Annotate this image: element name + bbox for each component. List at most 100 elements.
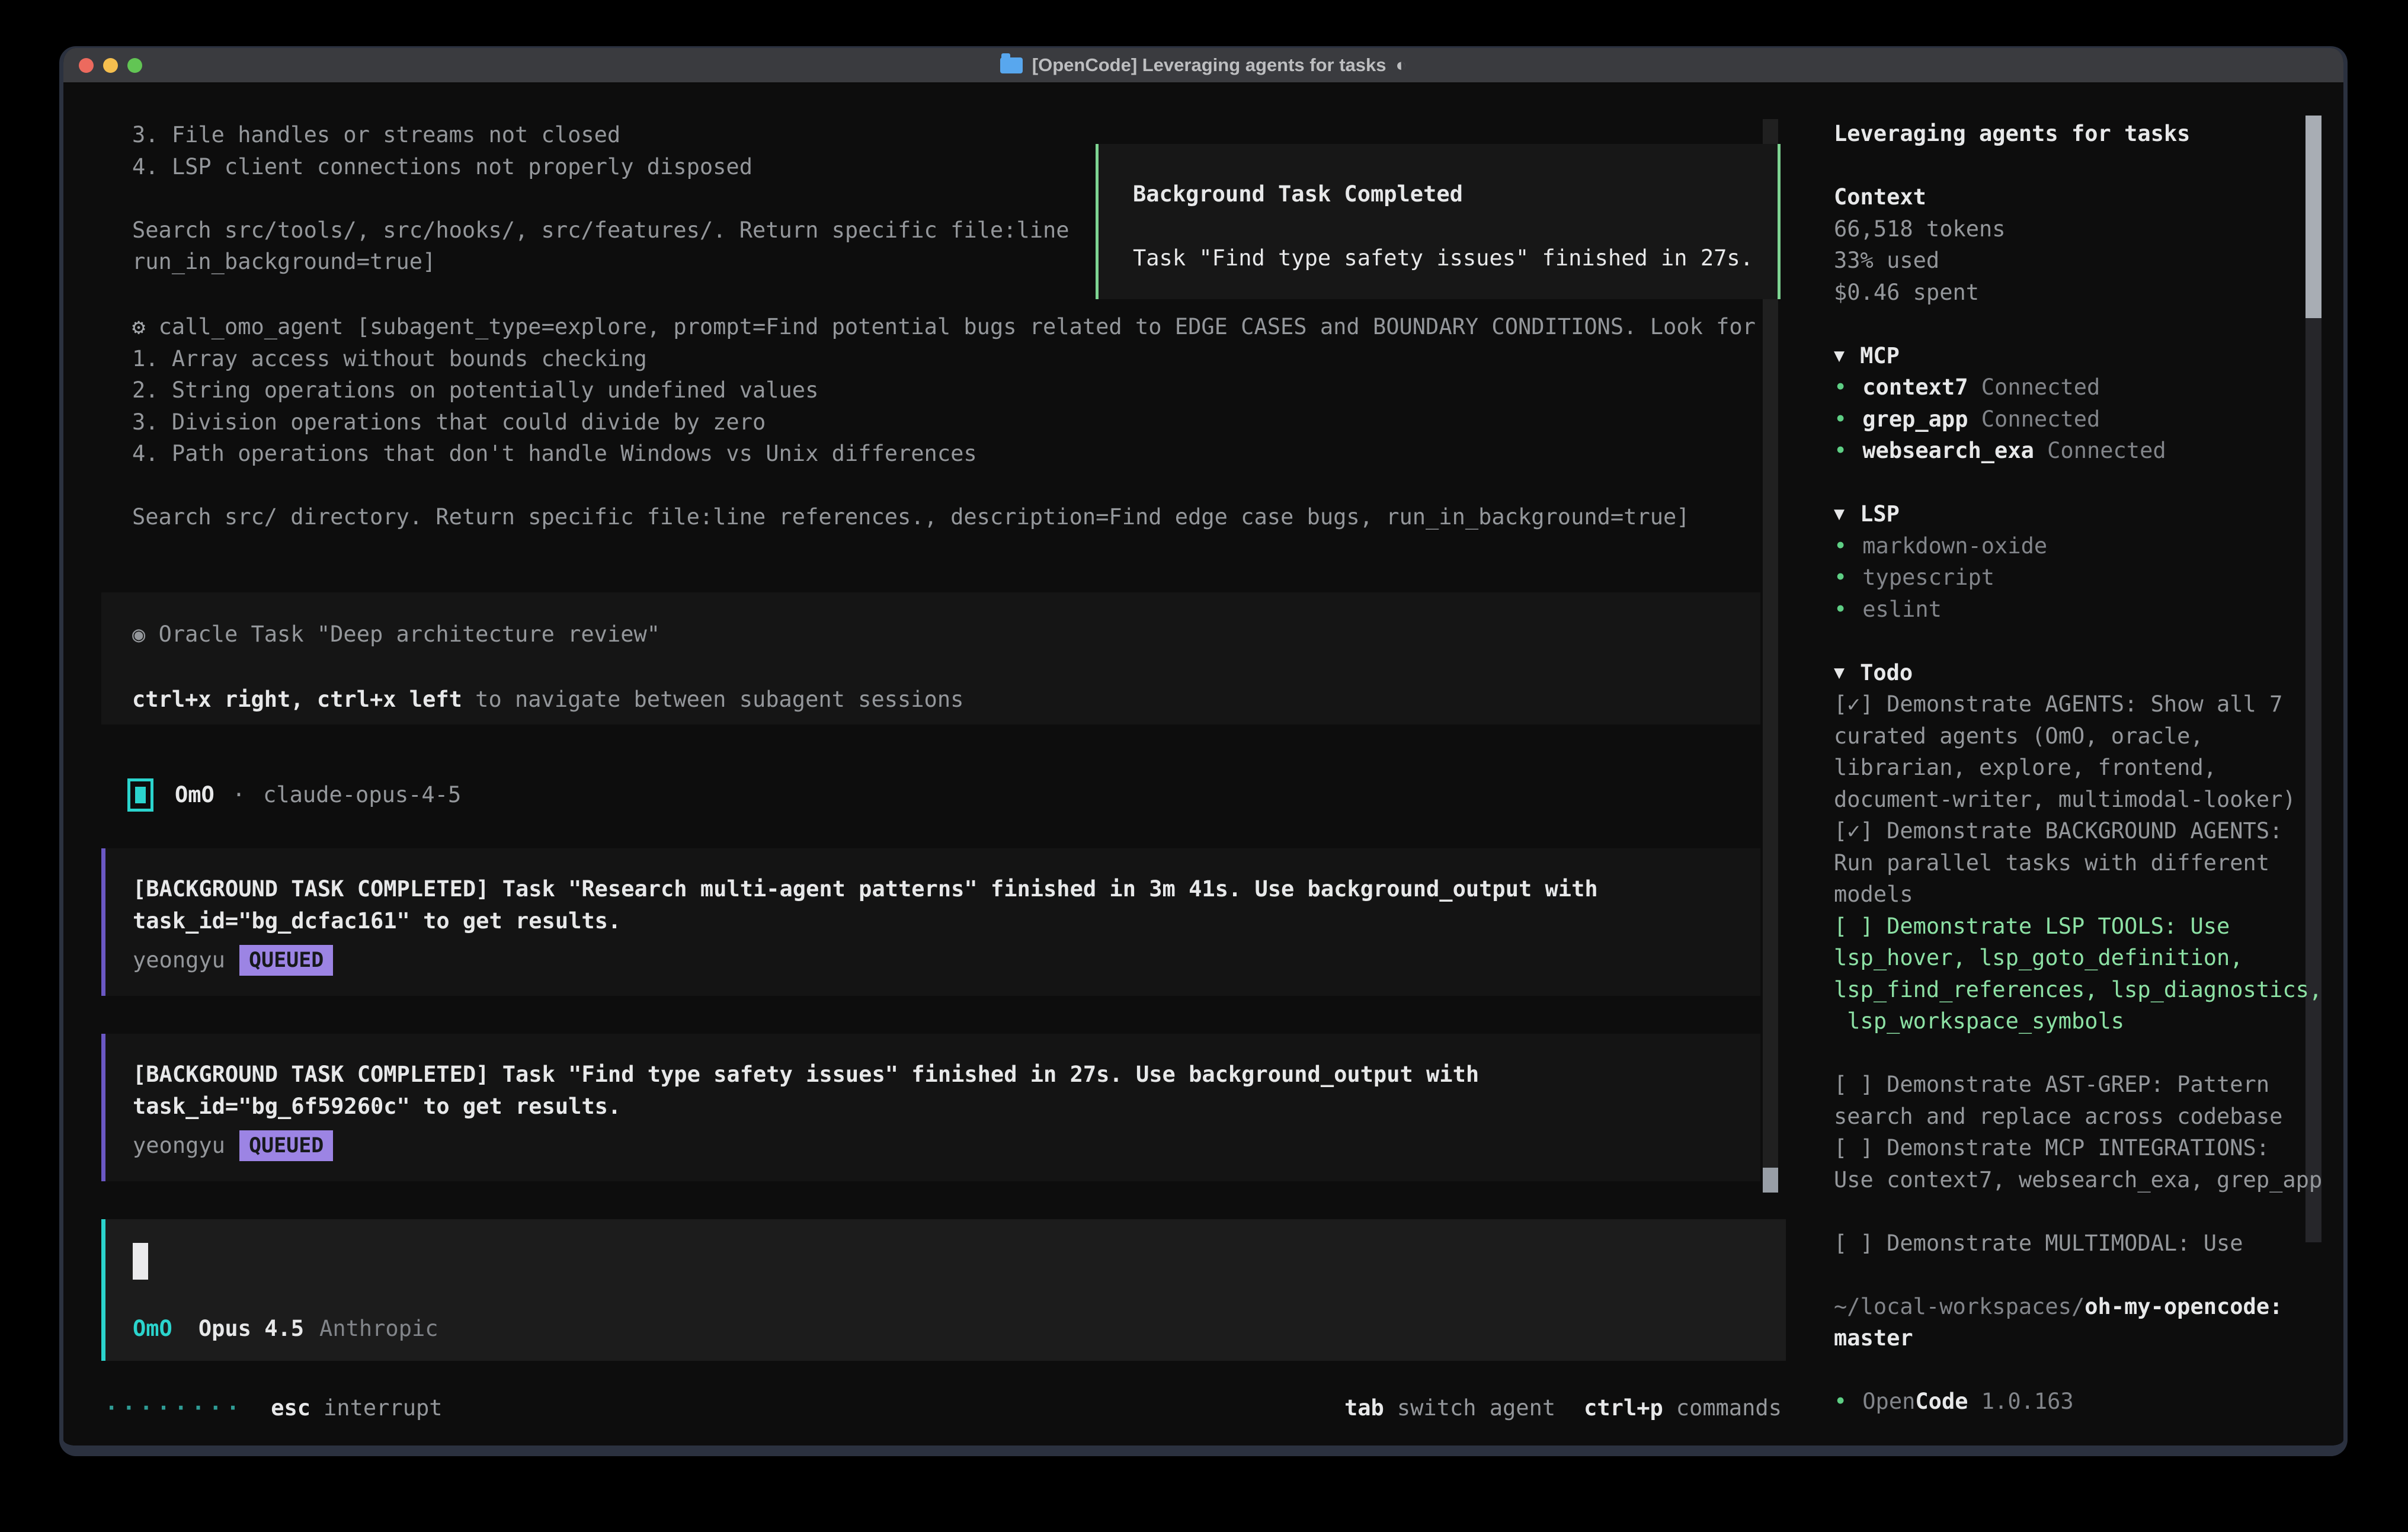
traffic-lights	[79, 48, 142, 82]
mcp-status: Connected	[1968, 403, 2100, 435]
agent-name: OmO	[175, 779, 214, 811]
mcp-name: context7	[1862, 371, 1968, 403]
folder-icon	[1000, 57, 1023, 73]
tool-call-block: ⚙ call_omo_agent [subagent_type=explore,…	[132, 311, 1756, 533]
transcript-line: run_in_background=true]	[132, 246, 1069, 278]
input-provider: Anthropic	[319, 1313, 438, 1345]
record-icon: ◉	[132, 621, 145, 647]
chevron-down-icon: ▼	[1834, 657, 1845, 689]
queued-badge: QUEUED	[239, 1130, 333, 1161]
tool-call-line	[132, 470, 1756, 502]
todo-pending-line: [ ] Demonstrate AST-GREP: Pattern	[1834, 1069, 2326, 1101]
shortcut-hint: to navigate between subagent sessions	[462, 687, 963, 712]
bullet-icon: •	[1834, 403, 1847, 435]
section-todo-header[interactable]: ▼ Todo	[1834, 657, 2326, 689]
text-cursor	[133, 1243, 148, 1280]
section-lsp-header[interactable]: ▼ LSP	[1834, 498, 2326, 530]
bullet-icon: •	[1834, 1386, 1847, 1418]
tool-call-line: Search src/ directory. Return specific f…	[132, 501, 1756, 533]
separator-dot: ·	[232, 779, 245, 811]
task-line-2: task_id="bg_6f59260c" to get results.	[133, 1091, 1760, 1123]
background-task-card: [BACKGROUND TASK COMPLETED] Task "Resear…	[101, 848, 1760, 996]
tool-call-line: 1. Array access without bounds checking	[132, 343, 1756, 375]
notification-toast[interactable]: Background Task Completed Task "Find typ…	[1096, 144, 1781, 299]
todo-active-line: lsp_find_references, lsp_diagnostics,	[1834, 974, 2326, 1006]
agent-header: OmO · claude-opus-4-5	[127, 777, 461, 813]
queued-badge: QUEUED	[239, 945, 333, 976]
bullet-icon: •	[1834, 371, 1847, 403]
tool-call-line: 3. Division operations that could divide…	[132, 406, 1756, 438]
lsp-item: • typescript	[1834, 562, 2326, 594]
lsp-item: • markdown-oxide	[1834, 530, 2326, 562]
mcp-status: Connected	[1968, 371, 2100, 403]
progress-dots: ········	[105, 1392, 244, 1424]
zoom-button[interactable]	[127, 58, 142, 73]
mcp-name: websearch_exa	[1862, 435, 2034, 467]
context-stat: $0.46 spent	[1834, 277, 2326, 309]
app-name-bold: Code	[1915, 1386, 1968, 1418]
opencode-version-row: • OpenCode 1.0.163	[1834, 1386, 2326, 1418]
sidebar: Leveraging agents for tasks Context 66,5…	[1796, 84, 2343, 1446]
prompt-input[interactable]: OmO Opus 4.5 Anthropic	[101, 1219, 1786, 1361]
background-task-card: [BACKGROUND TASK COMPLETED] Task "Find t…	[101, 1034, 1760, 1181]
todo-done-line: models	[1834, 879, 2326, 911]
todo-active-line: lsp_workspace_symbols	[1834, 1005, 2326, 1037]
oracle-task-card: ◉ Oracle Task "Deep architecture review"…	[101, 592, 1760, 725]
bullet-icon: •	[1834, 435, 1847, 467]
context-heading: Context	[1834, 181, 2326, 213]
close-button[interactable]	[79, 58, 94, 73]
todo-pending-line: [ ] Demonstrate MULTIMODAL: Use	[1834, 1227, 2326, 1259]
app-window: [OpenCode] Leveraging agents for tasks ◐…	[59, 46, 2348, 1456]
todo-done-line: document-writer, multimodal-looker)	[1834, 784, 2326, 816]
lsp-name: markdown-oxide	[1862, 530, 2047, 562]
todo-pending-line: [ ] Demonstrate MCP INTEGRATIONS:	[1834, 1132, 2326, 1164]
tool-call-line: 4. Path operations that don't handle Win…	[132, 438, 1756, 470]
todo-pending-line: search and replace across codebase	[1834, 1101, 2326, 1133]
transcript-line: 4. LSP client connections not properly d…	[132, 151, 1069, 183]
transcript-line: 3. File handles or streams not closed	[132, 119, 1069, 151]
mcp-status: Connected	[2034, 435, 2166, 467]
task-user: yeongyu	[133, 1130, 225, 1162]
mcp-item: • grep_app Connected	[1834, 403, 2326, 435]
task-line-1: [BACKGROUND TASK COMPLETED] Task "Find t…	[133, 1059, 1760, 1091]
todo-active-line: lsp_hover, lsp_goto_definition,	[1834, 942, 2326, 974]
lsp-name: typescript	[1862, 562, 1994, 594]
chevron-down-icon: ▼	[1834, 340, 1845, 372]
lsp-name: eslint	[1862, 594, 1942, 626]
task-user: yeongyu	[133, 944, 225, 976]
window-title-group: [OpenCode] Leveraging agents for tasks ◐	[1000, 55, 1407, 76]
todo-active-line: [ ] Demonstrate LSP TOOLS: Use	[1834, 911, 2326, 943]
input-agent-name: OmO	[133, 1313, 172, 1345]
minimize-button[interactable]	[103, 58, 118, 73]
todo-done-line: librarian, explore, frontend,	[1834, 752, 2326, 784]
tab-key-label: switch agent	[1397, 1392, 1555, 1424]
mcp-item: • context7 Connected	[1834, 371, 2326, 403]
task-line-2: task_id="bg_dcfac161" to get results.	[133, 905, 1760, 937]
todo-done-line: [✓] Demonstrate BACKGROUND AGENTS:	[1834, 815, 2326, 847]
lsp-item: • eslint	[1834, 594, 2326, 626]
main-scrollbar-thumb[interactable]	[1763, 1168, 1778, 1193]
transcript-line: Search src/tools/, src/hooks/, src/featu…	[132, 214, 1069, 246]
context-stat: 66,518 tokens	[1834, 213, 2326, 245]
app-version: 1.0.163	[1968, 1386, 2074, 1418]
agent-model: claude-opus-4-5	[263, 779, 461, 811]
notification-title: Background Task Completed	[1133, 178, 1778, 210]
esc-key-label: interrupt	[324, 1392, 442, 1424]
tool-call-line: 2. String operations on potentially unde…	[132, 374, 1756, 406]
input-model: Opus 4.5	[198, 1313, 304, 1345]
mcp-item: • websearch_exa Connected	[1834, 435, 2326, 467]
oracle-task-title: Oracle Task "Deep architecture review"	[159, 621, 660, 647]
tool-call-first-line: call_omo_agent [subagent_type=explore, p…	[145, 314, 1756, 339]
gear-icon: ⚙	[132, 314, 145, 339]
bullet-icon: •	[1834, 530, 1847, 562]
session-title: Leveraging agents for tasks	[1834, 118, 2326, 150]
bullet-icon: •	[1834, 562, 1847, 594]
section-label: MCP	[1860, 340, 1900, 372]
tab-key-hint: tab	[1344, 1392, 1384, 1424]
title-bar: [OpenCode] Leveraging agents for tasks ◐	[63, 48, 2343, 84]
section-label: LSP	[1860, 498, 1900, 530]
bullet-icon: •	[1834, 594, 1847, 626]
section-mcp-header[interactable]: ▼ MCP	[1834, 340, 2326, 372]
transcript-line	[132, 182, 1069, 214]
workspace-path: ~/local-workspaces/oh-my-opencode:	[1834, 1291, 2326, 1323]
